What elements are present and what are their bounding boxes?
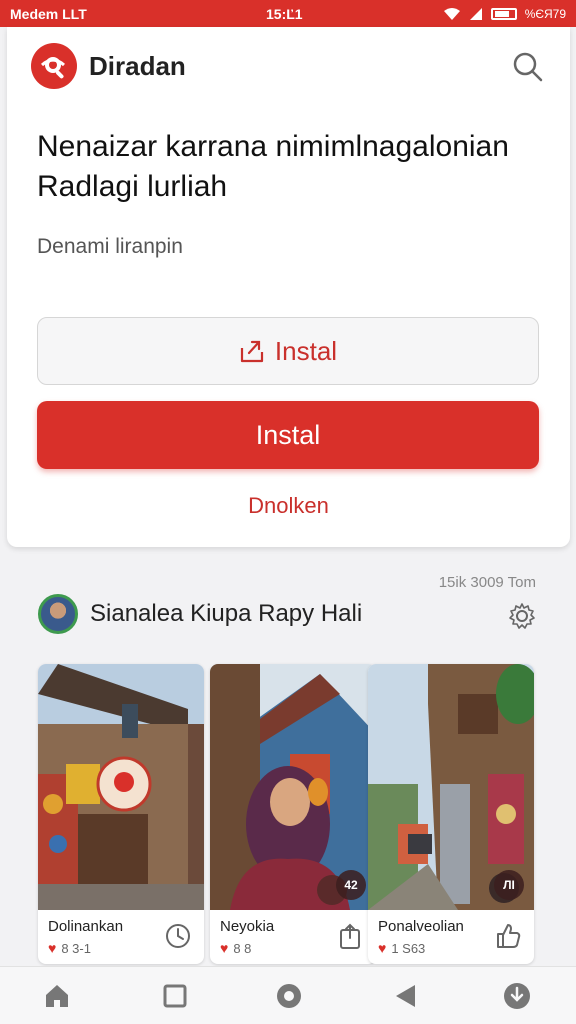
photo-likes: ♥ 8 8 xyxy=(220,940,251,956)
share-button[interactable] xyxy=(336,922,364,950)
search-logo-icon xyxy=(31,43,77,89)
bottom-navigation xyxy=(0,966,576,1024)
nav-back-button[interactable] xyxy=(390,981,420,1011)
photo-badge: 42 xyxy=(336,870,366,900)
status-bar: Medem LLT 15:Ľ1 %ЄЯ79 xyxy=(0,0,576,27)
photo-likes: ♥ 8 3-1 xyxy=(48,940,91,956)
photo-likes: ♥ 1 S63 xyxy=(378,940,425,956)
avatar[interactable] xyxy=(38,594,78,634)
install-secondary-button[interactable]: Instal xyxy=(37,317,539,385)
nav-download-button[interactable] xyxy=(502,981,532,1011)
heart-icon: ♥ xyxy=(378,940,387,956)
likes-count: 1 S63 xyxy=(391,940,426,956)
photo-house xyxy=(38,664,204,910)
square-icon xyxy=(163,984,187,1008)
share-icon xyxy=(240,340,264,363)
install-primary-button[interactable]: Instal xyxy=(37,401,539,469)
photo-badge: ЛІ xyxy=(494,870,524,900)
heart-icon: ♥ xyxy=(48,940,57,956)
search-icon xyxy=(513,52,543,82)
nav-home-button[interactable] xyxy=(42,981,72,1011)
app-header: Diradan xyxy=(31,43,186,89)
battery-icon xyxy=(490,7,517,20)
app-name: Diradan xyxy=(89,50,186,81)
install-secondary-label: Instal xyxy=(274,335,338,366)
likes-count: 8 8 xyxy=(233,940,252,956)
headline-line-2: Radlagi lurliah xyxy=(37,170,228,203)
headline-line-1: Nenaizar karrana nimimlnagalonian xyxy=(37,130,509,163)
clock: 15:Ľ1 xyxy=(266,5,303,22)
photo-caption: Ponalveolian xyxy=(378,918,464,935)
clock-button[interactable] xyxy=(164,922,192,950)
likes-count: 8 3-1 xyxy=(61,940,91,956)
nav-square-button[interactable] xyxy=(160,981,190,1011)
nav-circle-button[interactable] xyxy=(274,981,304,1011)
signal-icon xyxy=(469,7,482,20)
feed-header: Sianalea Kiupa Rарy Hali xyxy=(38,594,362,634)
feed-title: Sianalea Kiupa Rарy Hali xyxy=(90,600,363,627)
thumbs-up-icon xyxy=(497,924,521,948)
battery-label: %ЄЯ79 xyxy=(524,6,566,21)
photo-card[interactable]: 42 Neyokia ♥ 8 8 xyxy=(210,664,376,964)
settings-button[interactable] xyxy=(508,602,536,630)
heart-icon: ♥ xyxy=(220,940,229,956)
subtext: Denami liranpin xyxy=(37,235,183,258)
feed-meta: 15ik 3009 Tom xyxy=(438,574,536,591)
share-icon xyxy=(340,923,360,949)
back-icon xyxy=(396,985,415,1007)
install-primary-label: Instal xyxy=(255,419,321,450)
home-icon xyxy=(46,985,68,1007)
circle-icon xyxy=(277,984,301,1008)
photo-card[interactable]: ЛІ Ponalveolian ♥ 1 S63 xyxy=(368,664,534,964)
like-button[interactable] xyxy=(494,922,522,950)
photo-card[interactable]: Dolinankan ♥ 8 3-1 xyxy=(38,664,204,964)
install-card: Diradan Nenaizar karrana nimimlnagalonia… xyxy=(7,27,570,547)
photo-caption: Dolinankan xyxy=(48,918,124,935)
photo-caption: Neyokia xyxy=(220,918,275,935)
clock-icon xyxy=(166,924,190,948)
status-icons: %ЄЯ79 xyxy=(443,7,566,21)
download-icon xyxy=(504,983,530,1009)
text-link-button[interactable]: Dnolken xyxy=(7,493,570,519)
wifi-icon xyxy=(443,7,460,20)
gear-icon xyxy=(509,603,535,629)
headline: Nenaizar karrana nimimlnagalonian Radlag… xyxy=(37,127,537,207)
carrier-label: Medem LLT xyxy=(10,5,87,22)
search-button[interactable] xyxy=(512,51,544,83)
